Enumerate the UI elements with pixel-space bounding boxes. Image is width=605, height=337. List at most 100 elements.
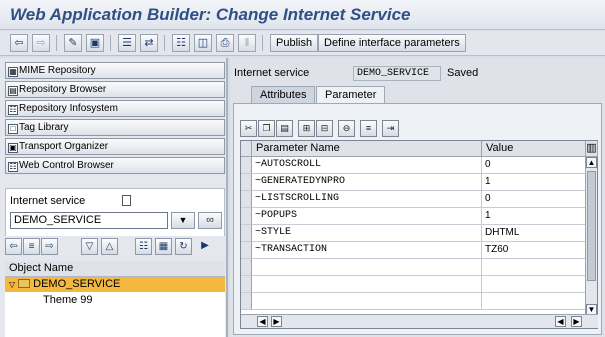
tree-node-child[interactable]: Theme 99 xyxy=(5,293,225,308)
internet-service-field: DEMO_SERVICE xyxy=(353,66,441,81)
parameter-value-cell[interactable]: 0 xyxy=(482,191,586,208)
row-selector[interactable] xyxy=(241,191,252,208)
hierarchy-icon[interactable]: ☷ xyxy=(172,34,190,52)
vertical-scrollbar[interactable]: ▲ ▼ xyxy=(585,157,597,315)
nav-button-transport-organizer[interactable]: ▣ Transport Organizer xyxy=(5,138,225,155)
tree-node-label: DEMO_SERVICE xyxy=(33,278,121,290)
row-selector[interactable] xyxy=(241,157,252,174)
toolbar-separator xyxy=(262,35,263,51)
scroll-thumb[interactable] xyxy=(587,171,596,281)
parameter-name-cell[interactable]: ~TRANSACTION xyxy=(252,242,482,259)
scroll-right-icon[interactable]: ▶ xyxy=(271,316,282,327)
parameter-name-cell[interactable]: ~AUTOSCROLL xyxy=(252,157,482,174)
copy-icon[interactable]: ❐ xyxy=(258,120,275,137)
scroll-up-icon[interactable]: ▲ xyxy=(586,157,597,168)
parameter-value-cell[interactable]: TZ60 xyxy=(482,242,586,259)
edit-icon[interactable]: ✎ xyxy=(64,34,82,52)
tree-node-root[interactable]: ▽ DEMO_SERVICE xyxy=(5,277,225,292)
empty-cell[interactable] xyxy=(482,259,586,276)
display-change-icon[interactable]: ▣ xyxy=(86,34,104,52)
title-bar: Web Application Builder: Change Internet… xyxy=(0,0,605,30)
display-glasses-icon[interactable]: ∞ xyxy=(198,212,222,229)
cut-icon[interactable]: ✂ xyxy=(240,120,257,137)
publish-button[interactable]: Publish xyxy=(270,34,319,52)
folder-icon xyxy=(18,279,31,288)
status-saved: Saved xyxy=(447,67,479,79)
print-icon[interactable]: ⎙ xyxy=(216,34,234,52)
empty-cell[interactable] xyxy=(252,259,482,276)
tab-parameter[interactable]: Parameter xyxy=(316,86,386,103)
empty-cell[interactable] xyxy=(252,276,482,293)
document-icon[interactable] xyxy=(122,195,131,206)
chevron-down-icon[interactable]: ▼ xyxy=(171,212,195,229)
scroll-left-icon[interactable]: ◀ xyxy=(555,316,566,327)
infosystem-icon: ☷ xyxy=(8,105,18,115)
nav-button-repository-infosystem[interactable]: ☷ Repository Infosystem xyxy=(5,100,225,117)
row-selector[interactable] xyxy=(241,276,252,293)
service-input[interactable]: DEMO_SERVICE xyxy=(10,212,168,229)
nav-button-web-control-browser[interactable]: ☷ Web Control Browser xyxy=(5,157,225,174)
empty-cell[interactable] xyxy=(252,293,482,310)
parameter-value-cell[interactable]: 0 xyxy=(482,157,586,174)
column-header-value[interactable]: Value xyxy=(482,141,586,157)
refresh-icon[interactable]: ↻ xyxy=(175,238,192,255)
back-icon[interactable]: ⇦ xyxy=(10,34,28,52)
empty-cell[interactable] xyxy=(482,276,586,293)
parameter-value-cell[interactable]: 1 xyxy=(482,174,586,191)
expand-triangle-icon[interactable]: ▽ xyxy=(9,280,15,289)
back-icon[interactable]: ⇦ xyxy=(5,238,22,255)
row-selector[interactable] xyxy=(241,259,252,276)
tree-node-label: Theme 99 xyxy=(43,294,93,306)
windows-icon[interactable]: ◫ xyxy=(194,34,212,52)
chevron-right-icon[interactable]: ▶ xyxy=(199,238,211,255)
row-selector[interactable] xyxy=(241,225,252,242)
forward-icon[interactable]: ⇨ xyxy=(32,34,50,52)
parameter-name-cell[interactable]: ~GENERATEDYNPRO xyxy=(252,174,482,191)
nav-button-repository-browser[interactable]: ▤ Repository Browser xyxy=(5,81,225,98)
column-header-parameter-name[interactable]: Parameter Name xyxy=(252,141,482,157)
nav-button-tag-library[interactable]: □ Tag Library xyxy=(5,119,225,136)
row-selector[interactable] xyxy=(241,174,252,191)
web-control-icon: ☷ xyxy=(8,162,18,172)
define-interface-parameters-button[interactable]: Define interface parameters xyxy=(318,34,466,52)
nav-button-label: Web Control Browser xyxy=(19,160,114,171)
scroll-left-icon[interactable]: ◀ xyxy=(257,316,268,327)
window-title: Web Application Builder: Change Internet… xyxy=(10,5,411,24)
details-icon[interactable]: ≡ xyxy=(360,120,377,137)
transport-icon[interactable]: ⇄ xyxy=(140,34,158,52)
tree-column-header: Object Name xyxy=(5,261,225,277)
scroll-right-icon[interactable]: ▶ xyxy=(571,316,582,327)
nav-button-label: Tag Library xyxy=(19,122,69,133)
row-selector[interactable] xyxy=(241,242,252,259)
parameter-name-cell[interactable]: ~LISTSCROLLING xyxy=(252,191,482,208)
row-selector[interactable] xyxy=(241,208,252,225)
row-selector[interactable] xyxy=(241,293,252,310)
append-row-icon[interactable]: ⊟ xyxy=(316,120,333,137)
object-list-icon[interactable]: ☰ xyxy=(118,34,136,52)
nav-button-label: Transport Organizer xyxy=(19,141,109,152)
hierarchy-icon[interactable]: ☷ xyxy=(135,238,152,255)
empty-cell[interactable] xyxy=(482,293,586,310)
up-list-icon[interactable]: ≡ xyxy=(23,238,40,255)
mime-icon: ▦ xyxy=(8,67,18,77)
transport-organizer-icon: ▣ xyxy=(8,143,18,153)
delete-row-icon[interactable]: ⊖ xyxy=(338,120,355,137)
grid-icon[interactable]: ▦ xyxy=(155,238,172,255)
parameter-value-cell[interactable]: DHTML xyxy=(482,225,586,242)
export-icon[interactable]: ⇥ xyxy=(382,120,399,137)
nav-button-mime-repository[interactable]: ▦ MIME Repository xyxy=(5,62,225,79)
tab-attributes[interactable]: Attributes xyxy=(251,86,316,103)
collapse-icon[interactable]: △ xyxy=(101,238,118,255)
forward-icon[interactable]: ⇨ xyxy=(41,238,58,255)
insert-row-icon[interactable]: ⊞ xyxy=(298,120,315,137)
app-toolbar: ⇦ ⇨ ✎ ▣ ☰ ⇄ ☷ ◫ ⎙ ‖ Publish Define inter… xyxy=(0,31,605,56)
column-settings-icon[interactable]: ▥ xyxy=(586,141,598,157)
horizontal-scrollbar[interactable]: ◀ ▶ ◀ ▶ xyxy=(241,314,598,328)
parameter-value-cell[interactable]: 1 xyxy=(482,208,586,225)
paste-icon[interactable]: ▤ xyxy=(276,120,293,137)
filter-icon[interactable]: ▽ xyxy=(81,238,98,255)
parameter-name-cell[interactable]: ~POPUPS xyxy=(252,208,482,225)
parameter-name-cell[interactable]: ~STYLE xyxy=(252,225,482,242)
toolbar-separator xyxy=(110,35,111,51)
pause-icon[interactable]: ‖ xyxy=(238,34,256,52)
